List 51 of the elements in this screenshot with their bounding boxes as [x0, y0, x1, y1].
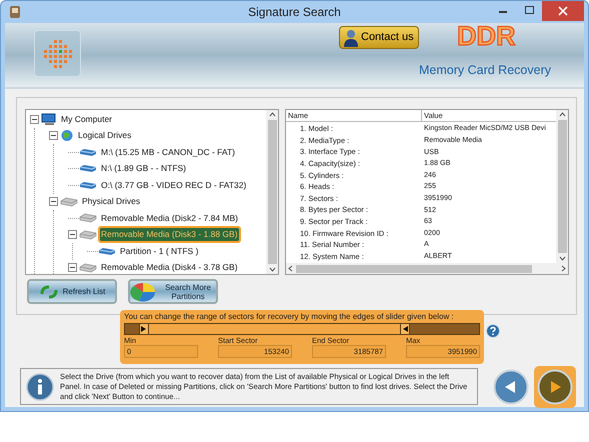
drive-icon: [79, 164, 97, 174]
start-handle[interactable]: [138, 324, 149, 334]
product-name: Memory Card Recovery: [419, 62, 551, 79]
brand-logo: DDR: [457, 23, 516, 50]
scroll-down-icon[interactable]: [268, 267, 276, 272]
instruction-text: You can change the range of sectors for recovery by moving the edges of slider given below :: [124, 312, 455, 322]
contact-button[interactable]: Contact us: [339, 26, 419, 49]
app-icon: [9, 5, 21, 19]
globe-icon: [60, 129, 74, 142]
scroll-left-icon[interactable]: [288, 265, 293, 272]
info-icon: [26, 372, 54, 400]
refresh-button[interactable]: Refresh List: [27, 279, 117, 304]
tree-item[interactable]: Removable Media (Disk3 - 1.88 GB): [100, 228, 239, 242]
tree-item[interactable]: M:\ (15.25 MB - CANON_DC - FAT): [100, 146, 236, 159]
scroll-right-icon[interactable]: [561, 265, 566, 272]
tree-item[interactable]: Removable Media (Disk2 - 7.84 MB): [100, 212, 239, 225]
tree-item[interactable]: My Computer: [60, 112, 114, 126]
scroll-up-icon[interactable]: [558, 112, 566, 117]
range-slider[interactable]: [124, 323, 480, 335]
drive-icon: [98, 246, 116, 256]
help-icon[interactable]: [486, 324, 500, 338]
drive-icon: [79, 180, 97, 190]
scroll-down-icon[interactable]: [558, 256, 566, 261]
close-icon: [558, 6, 568, 16]
tree-item[interactable]: N:\ (1.89 GB - - NTFS): [100, 162, 188, 176]
tree-item[interactable]: Removable Media (Disk4 - 3.78 GB): [100, 261, 239, 274]
collapse-icon[interactable]: [68, 263, 77, 272]
maximize-icon: [524, 6, 534, 14]
drive-icon: [79, 148, 97, 157]
tree-item[interactable]: Physical Drives: [81, 195, 142, 208]
collapse-icon[interactable]: [49, 197, 58, 206]
horizontal-scrollbar[interactable]: [286, 263, 568, 274]
tree-item[interactable]: O:\ (3.77 GB - VIDEO REC D - FAT32): [100, 178, 248, 192]
collapse-icon[interactable]: [30, 114, 39, 124]
person-icon: [344, 28, 358, 46]
search-partitions-button[interactable]: Search More Partitions: [128, 279, 218, 304]
logo-icon: [34, 30, 81, 77]
collapse-icon[interactable]: [68, 230, 77, 240]
scroll-up-icon[interactable]: [268, 112, 276, 117]
computer-icon: [41, 112, 57, 126]
scrollbar[interactable]: [556, 110, 568, 263]
close-button[interactable]: [542, 1, 584, 21]
next-button[interactable]: [534, 366, 576, 408]
tree-item[interactable]: Logical Drives: [77, 129, 132, 142]
refresh-icon: [38, 284, 59, 300]
tree-item[interactable]: Partition - 1 ( NTFS ): [119, 244, 200, 258]
scrollbar[interactable]: [266, 110, 278, 274]
window-title: Signature Search: [248, 4, 341, 21]
collapse-icon[interactable]: [49, 131, 58, 140]
end-handle[interactable]: [400, 324, 410, 334]
pie-chart-icon: [130, 282, 156, 302]
